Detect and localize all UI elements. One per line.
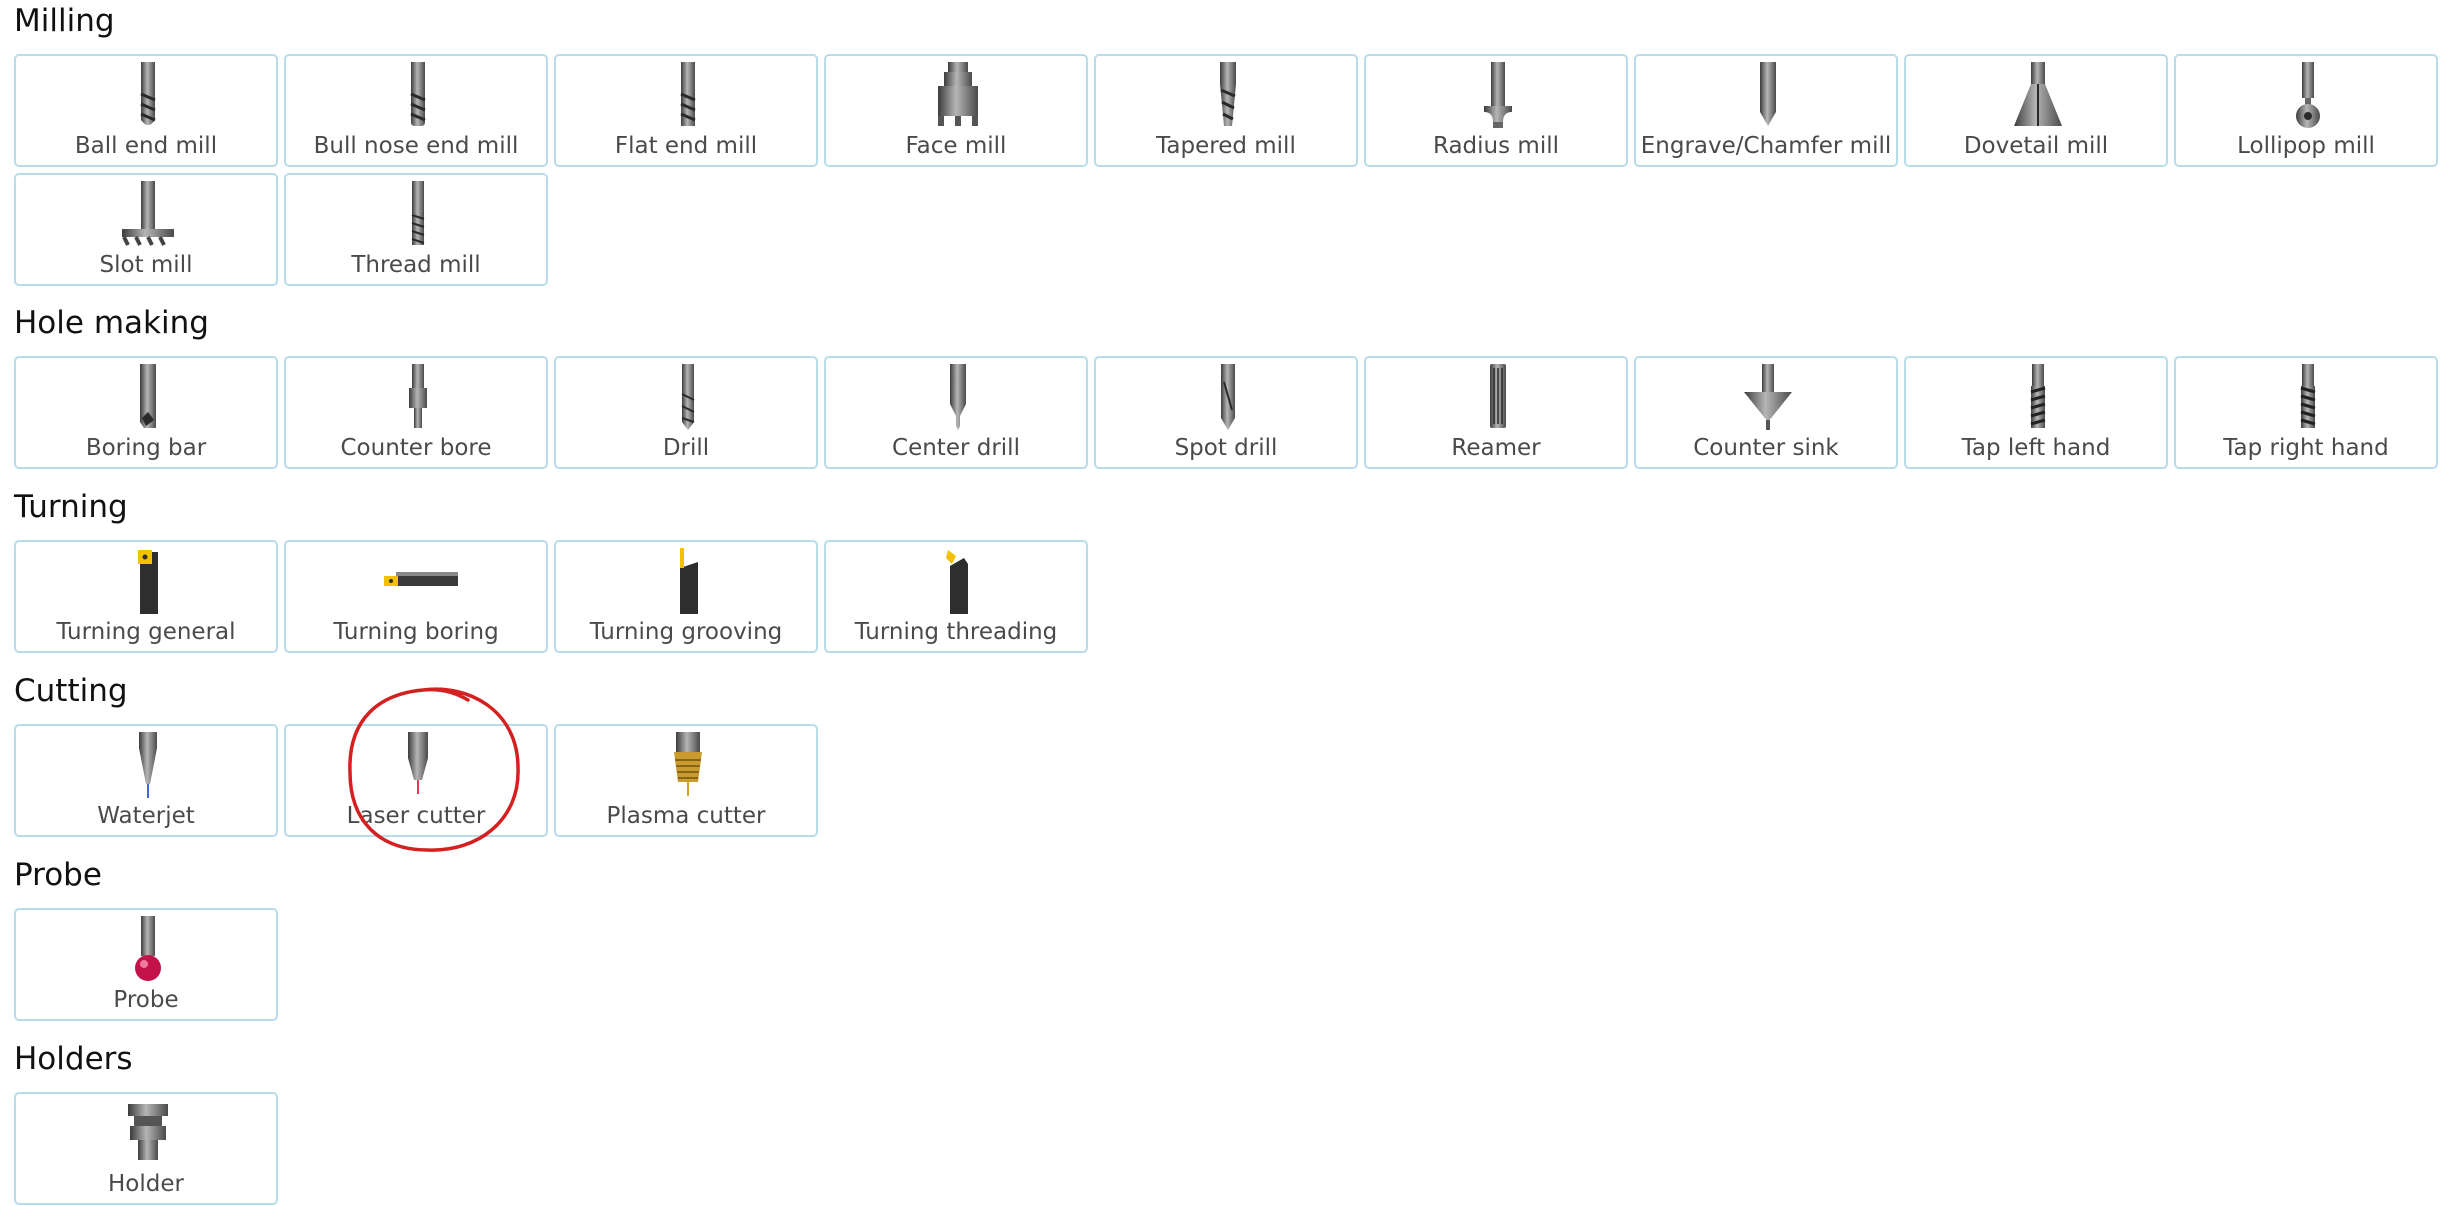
tool-label: Laser cutter xyxy=(346,803,486,829)
tool-grid: Boring bar Counter bore Drill Center dri… xyxy=(14,356,2438,469)
tool-grid: Waterjet Laser cutter Plasma cutter xyxy=(14,724,2438,837)
section-title: Cutting xyxy=(14,673,128,709)
section-title: Probe xyxy=(14,857,102,893)
tool-label: Reamer xyxy=(1451,435,1541,461)
counter-sink-icon xyxy=(1718,362,1818,432)
holder-icon xyxy=(98,1098,198,1168)
probe-icon xyxy=(98,914,198,984)
tool-label: Lollipop mill xyxy=(2237,133,2375,159)
tool-tile-tap-left-hand[interactable]: Tap left hand xyxy=(1904,356,2168,469)
tool-tile-counter-bore[interactable]: Counter bore xyxy=(284,356,548,469)
ball-end-mill-icon xyxy=(98,60,198,130)
thread-mill-icon xyxy=(368,179,468,249)
tool-label: Thread mill xyxy=(351,252,481,278)
tool-tile-holder[interactable]: Holder xyxy=(14,1092,278,1205)
tool-label: Tap left hand xyxy=(1961,435,2111,461)
tapered-mill-icon xyxy=(1178,60,1278,130)
tool-label: Drill xyxy=(662,435,710,461)
tool-label: Tapered mill xyxy=(1156,133,1296,159)
face-mill-icon xyxy=(908,60,1008,130)
tool-label: Tap right hand xyxy=(2223,435,2389,461)
tool-label: Turning general xyxy=(56,619,236,645)
tool-label: Bull nose end mill xyxy=(313,133,519,159)
tool-tile-tap-right-hand[interactable]: Tap right hand xyxy=(2174,356,2438,469)
tool-tile-face-mill[interactable]: Face mill xyxy=(824,54,1088,167)
dovetail-mill-icon xyxy=(1988,60,2088,130)
section-title: Hole making xyxy=(14,305,209,341)
tool-label: Dovetail mill xyxy=(1963,133,2109,159)
tool-label: Turning boring xyxy=(333,619,499,645)
tool-label: Counter bore xyxy=(340,435,492,461)
tool-label: Boring bar xyxy=(85,435,207,461)
tool-tile-lollipop-mill[interactable]: Lollipop mill xyxy=(2174,54,2438,167)
tool-tile-dovetail-mill[interactable]: Dovetail mill xyxy=(1904,54,2168,167)
tool-label: Slot mill xyxy=(99,252,193,278)
tool-label: Probe xyxy=(113,987,179,1013)
laser-cutter-icon xyxy=(368,730,468,800)
engrave-chamfer-mill-icon xyxy=(1718,60,1818,130)
lollipop-mill-icon xyxy=(2258,60,2358,130)
drill-icon xyxy=(638,362,738,432)
tool-tile-drill[interactable]: Drill xyxy=(554,356,818,469)
tap-left-hand-icon xyxy=(1988,362,2088,432)
tool-tile-waterjet[interactable]: Waterjet xyxy=(14,724,278,837)
tool-tile-radius-mill[interactable]: Radius mill xyxy=(1364,54,1628,167)
plasma-cutter-icon xyxy=(638,730,738,800)
tool-tile-reamer[interactable]: Reamer xyxy=(1364,356,1628,469)
tool-grid: Turning general Turning boring Turning g… xyxy=(14,540,2438,653)
tool-tile-laser-cutter[interactable]: Laser cutter xyxy=(284,724,548,837)
bull-nose-end-mill-icon xyxy=(368,60,468,130)
tool-label: Ball end mill xyxy=(74,133,218,159)
tool-tile-ball-end-mill[interactable]: Ball end mill xyxy=(14,54,278,167)
reamer-icon xyxy=(1448,362,1548,432)
tool-label: Turning grooving xyxy=(589,619,783,645)
tool-tile-spot-drill[interactable]: Spot drill xyxy=(1094,356,1358,469)
tool-tile-plasma-cutter[interactable]: Plasma cutter xyxy=(554,724,818,837)
radius-mill-icon xyxy=(1448,60,1548,130)
tool-tile-turning-boring[interactable]: Turning boring xyxy=(284,540,548,653)
counter-bore-icon xyxy=(368,362,468,432)
tool-grid: Ball end mill Bull nose end mill Flat en… xyxy=(14,54,2438,286)
turning-general-icon xyxy=(98,546,198,616)
tool-tile-turning-grooving[interactable]: Turning grooving xyxy=(554,540,818,653)
tool-tile-turning-general[interactable]: Turning general xyxy=(14,540,278,653)
tool-tile-flat-end-mill[interactable]: Flat end mill xyxy=(554,54,818,167)
section-title: Holders xyxy=(14,1041,133,1077)
tool-label: Holder xyxy=(108,1171,184,1197)
tool-tile-boring-bar[interactable]: Boring bar xyxy=(14,356,278,469)
tool-tile-engrave-chamfer-mill[interactable]: Engrave/Chamfer mill xyxy=(1634,54,1898,167)
tool-label: Turning threading xyxy=(854,619,1058,645)
tool-tile-turning-threading[interactable]: Turning threading xyxy=(824,540,1088,653)
tool-label: Spot drill xyxy=(1174,435,1278,461)
section-title: Turning xyxy=(14,489,128,525)
tool-label: Face mill xyxy=(905,133,1007,159)
turning-grooving-icon xyxy=(638,546,738,616)
slot-mill-icon xyxy=(98,179,198,249)
tool-tile-tapered-mill[interactable]: Tapered mill xyxy=(1094,54,1358,167)
section-title: Milling xyxy=(14,3,115,39)
boring-bar-icon xyxy=(98,362,198,432)
center-drill-icon xyxy=(908,362,1008,432)
spot-drill-icon xyxy=(1178,362,1278,432)
flat-end-mill-icon xyxy=(638,60,738,130)
tool-grid: Probe xyxy=(14,908,2438,1021)
tool-tile-probe[interactable]: Probe xyxy=(14,908,278,1021)
tool-label: Waterjet xyxy=(97,803,195,829)
tool-tile-bull-nose-end-mill[interactable]: Bull nose end mill xyxy=(284,54,548,167)
turning-threading-icon xyxy=(908,546,1008,616)
tool-label: Plasma cutter xyxy=(606,803,766,829)
tool-label: Radius mill xyxy=(1432,133,1559,159)
tool-grid: Holder xyxy=(14,1092,2438,1205)
waterjet-icon xyxy=(98,730,198,800)
tool-tile-thread-mill[interactable]: Thread mill xyxy=(284,173,548,286)
tool-label: Counter sink xyxy=(1693,435,1839,461)
tap-right-hand-icon xyxy=(2258,362,2358,432)
tool-label: Engrave/Chamfer mill xyxy=(1640,133,1892,159)
tool-tile-counter-sink[interactable]: Counter sink xyxy=(1634,356,1898,469)
tool-label: Flat end mill xyxy=(614,133,758,159)
turning-boring-icon xyxy=(368,546,468,616)
tool-tile-center-drill[interactable]: Center drill xyxy=(824,356,1088,469)
tool-tile-slot-mill[interactable]: Slot mill xyxy=(14,173,278,286)
tool-label: Center drill xyxy=(892,435,1020,461)
